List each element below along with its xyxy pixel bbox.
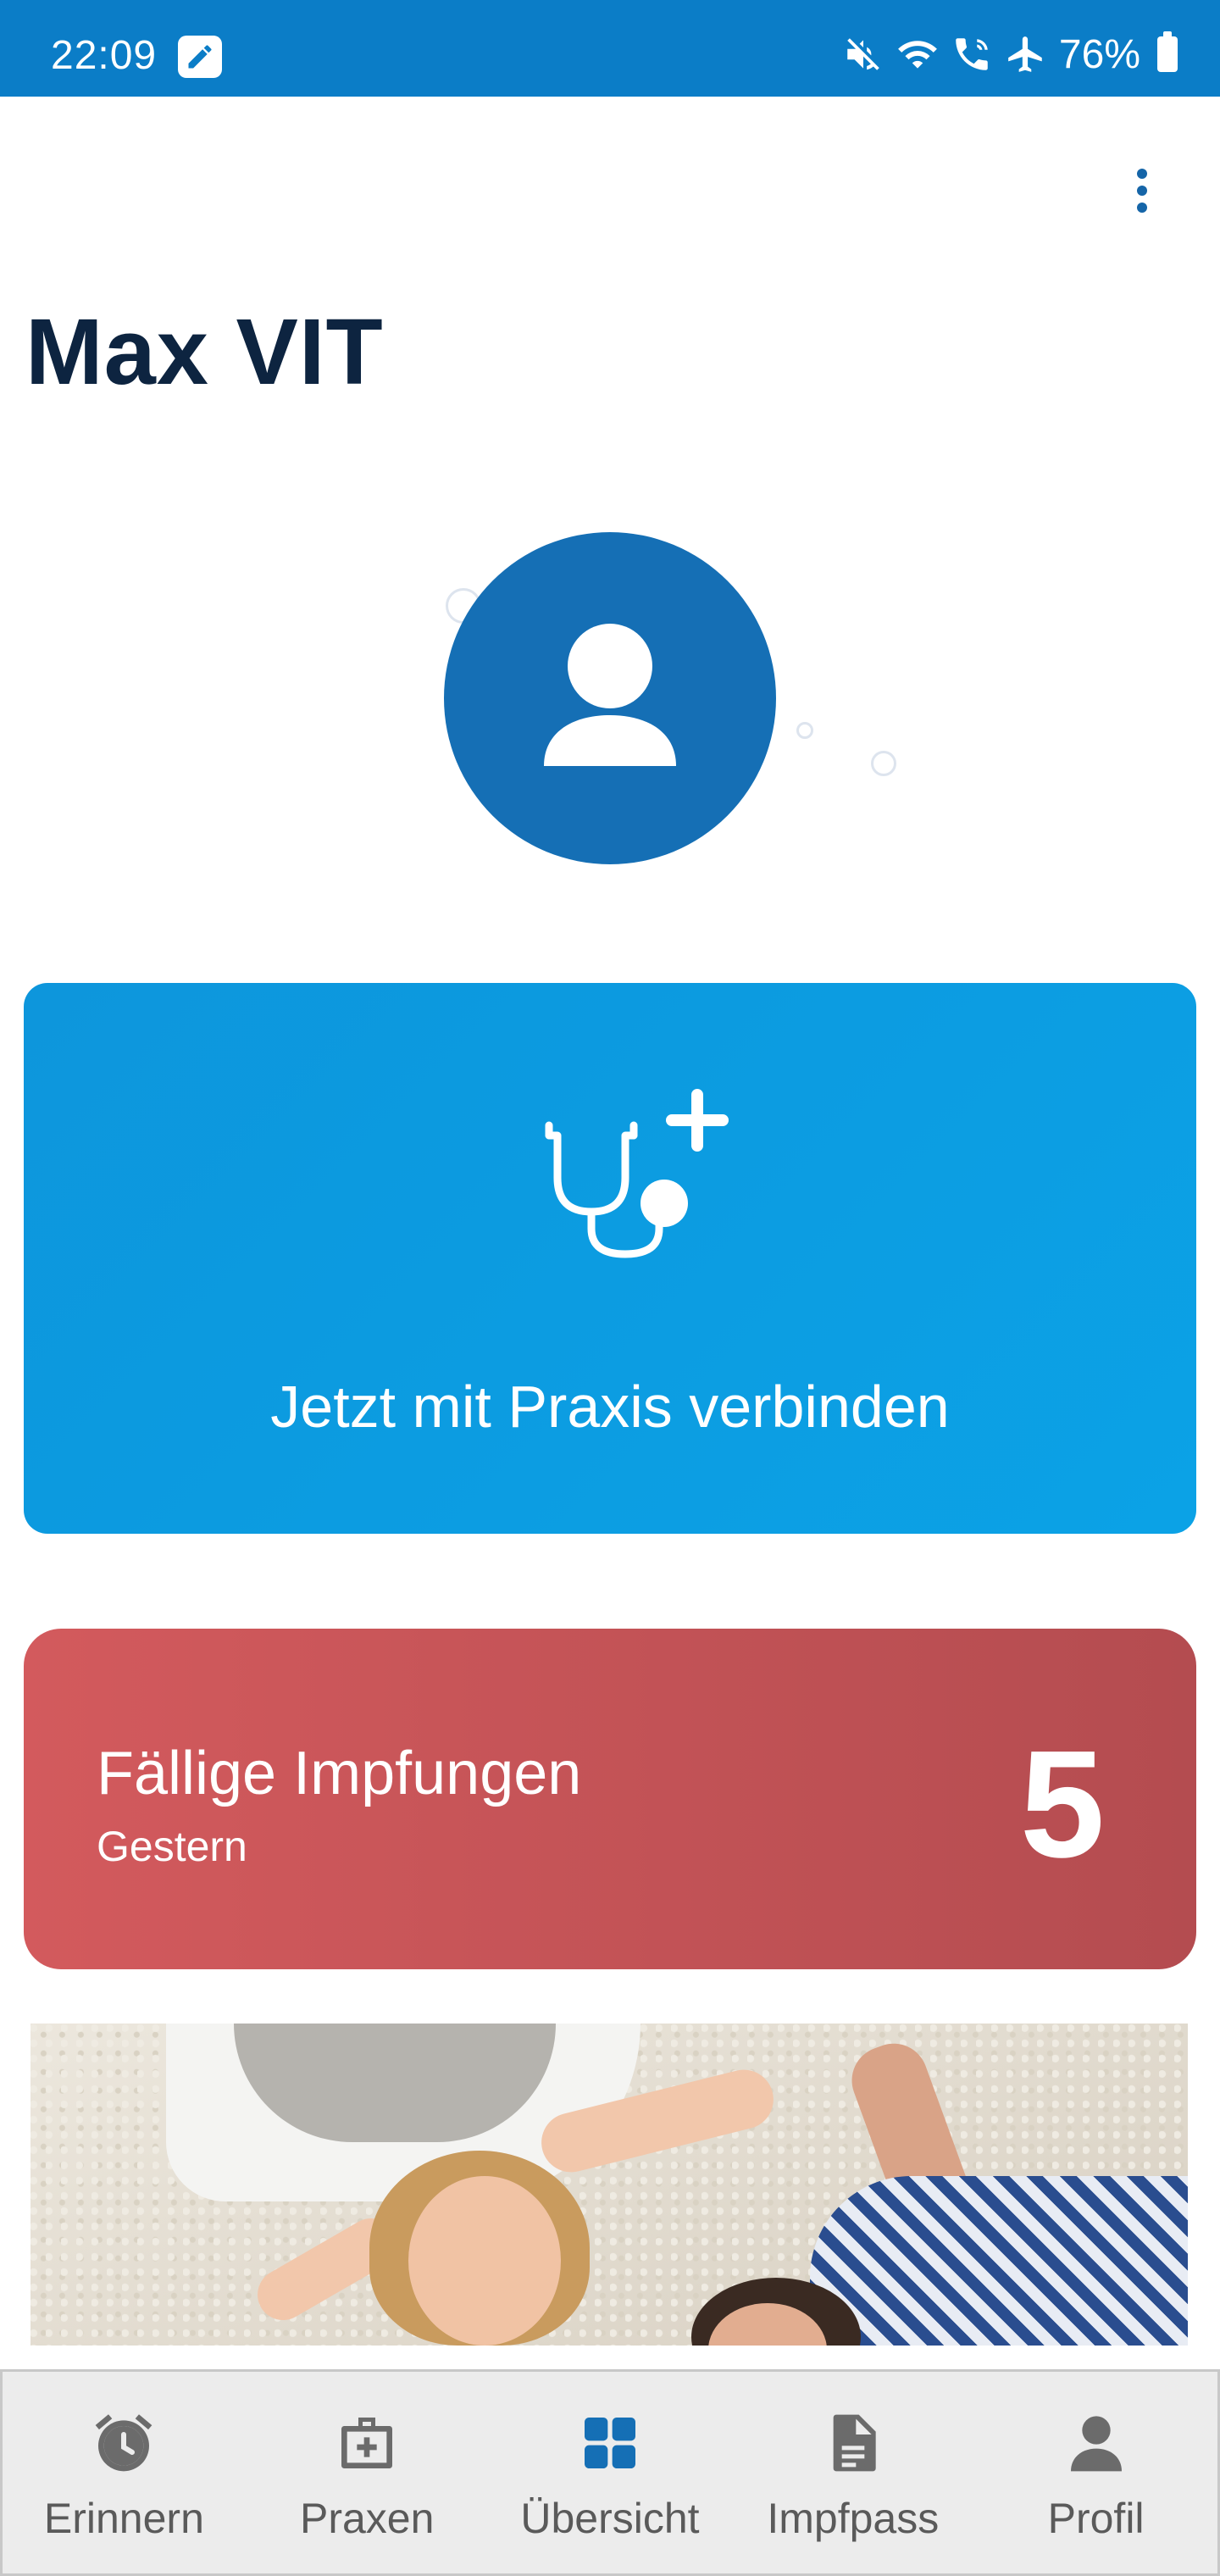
- stethoscope-plus-icon: [545, 1089, 729, 1258]
- person-icon: [1061, 2407, 1132, 2479]
- nav-item-erinnern[interactable]: Erinnern: [3, 2372, 246, 2573]
- wifi-calling-icon: [956, 38, 988, 70]
- nav-item-praxen[interactable]: Praxen: [246, 2372, 489, 2573]
- person-icon: [544, 624, 676, 766]
- nav-label: Praxen: [299, 2495, 435, 2542]
- nav-item-impfpass[interactable]: Impfpass: [731, 2372, 974, 2573]
- banner-person-woman-face: [408, 2176, 561, 2346]
- nav-label: Profil: [1047, 2495, 1145, 2542]
- status-time: 22:09: [51, 33, 158, 78]
- connect-practice-button[interactable]: Jetzt mit Praxis verbinden: [24, 983, 1196, 1534]
- more-vertical-icon[interactable]: [1118, 161, 1166, 220]
- page-title: Max VIT: [25, 300, 384, 404]
- wifi-icon: [898, 41, 937, 69]
- promo-banner-image[interactable]: [30, 2024, 1188, 2346]
- decorative-bubble: [796, 722, 813, 739]
- nav-label: Impfpass: [767, 2495, 940, 2542]
- due-vaccinations-card[interactable]: Fällige Impfungen Gestern 5: [24, 1629, 1196, 1969]
- mute-icon: [847, 38, 879, 70]
- decorative-bubble: [871, 751, 896, 776]
- banner-person-man: [810, 2176, 1188, 2346]
- bottom-navigation: Erinnern Praxen Übersicht Impfpass Profi…: [0, 2369, 1220, 2576]
- due-vaccinations-subtitle: Gestern: [97, 1823, 247, 1870]
- connect-practice-label: Jetzt mit Praxis verbinden: [270, 1374, 950, 1440]
- nav-label: Erinnern: [43, 2495, 204, 2542]
- document-icon: [818, 2407, 889, 2479]
- nav-label: Übersicht: [520, 2495, 700, 2542]
- dashboard-grid-icon: [574, 2407, 646, 2479]
- avatar[interactable]: [444, 532, 776, 864]
- due-vaccinations-count: 5: [1019, 1719, 1105, 1890]
- alarm-clock-icon: [88, 2407, 159, 2479]
- airplane-mode-icon: [1008, 36, 1042, 72]
- due-vaccinations-title: Fällige Impfungen: [97, 1740, 582, 1807]
- edit-icon: [178, 36, 222, 78]
- battery-icon: [1157, 31, 1178, 72]
- battery-percentage: 76%: [1058, 31, 1140, 77]
- status-bar: 22:09 76%: [0, 0, 1220, 97]
- medical-kit-icon: [331, 2407, 402, 2479]
- nav-item-profil[interactable]: Profil: [974, 2372, 1217, 2573]
- nav-item-uebersicht[interactable]: Übersicht: [489, 2372, 732, 2573]
- status-icons: 76%: [842, 31, 1178, 78]
